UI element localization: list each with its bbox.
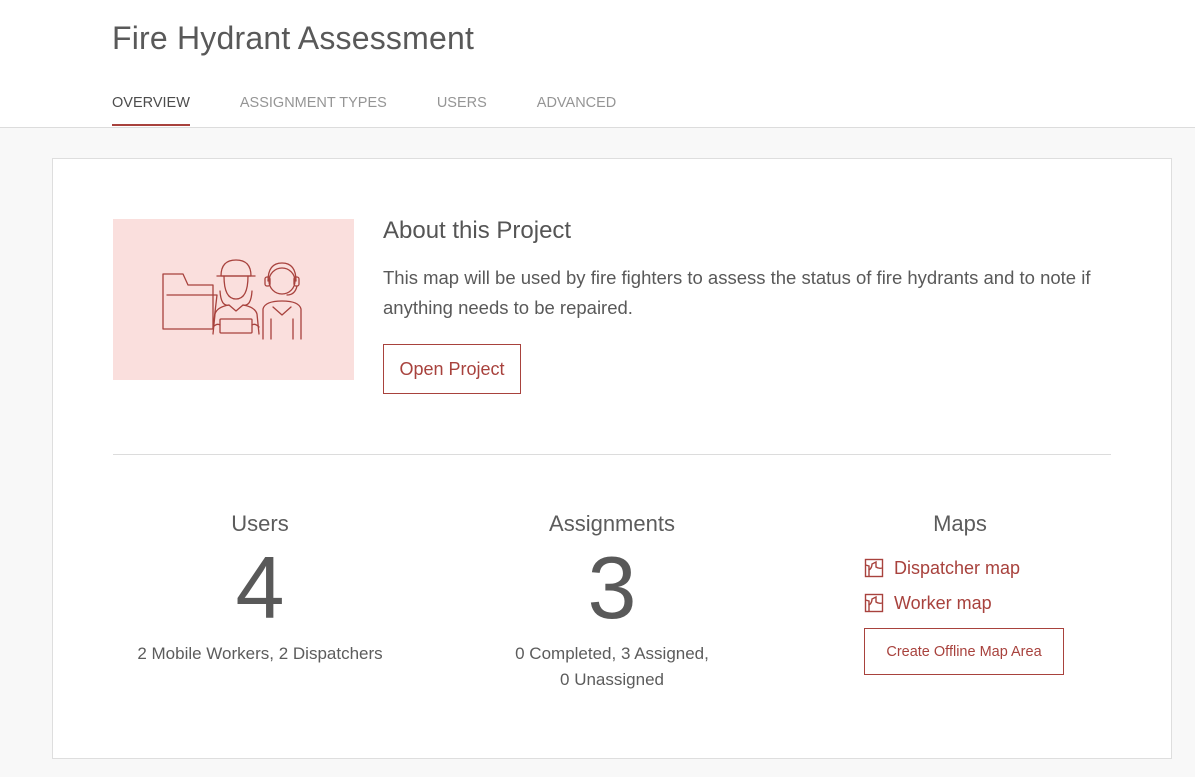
dispatcher-map-label: Dispatcher map bbox=[894, 557, 1021, 578]
tab-users[interactable]: USERS bbox=[437, 92, 487, 126]
about-description: This map will be used by fire fighters t… bbox=[383, 267, 1091, 318]
assignments-label: Assignments bbox=[549, 511, 675, 536]
about-title: About this Project bbox=[383, 217, 572, 244]
worker-map-label: Worker map bbox=[894, 592, 992, 613]
create-offline-map-area-button[interactable]: Create Offline Map Area bbox=[864, 628, 1064, 675]
assignments-count: 3 bbox=[587, 538, 637, 637]
assignments-detail-line1: 0 Completed, 3 Assigned, bbox=[515, 644, 709, 663]
assignments-stat: Assignments 3 0 Completed, 3 Assigned, 0… bbox=[462, 511, 762, 693]
users-label: Users bbox=[231, 511, 289, 536]
dispatcher-map-link[interactable]: Dispatcher map bbox=[864, 556, 1020, 580]
map-icon bbox=[864, 558, 884, 578]
users-stat: Users 4 2 Mobile Workers, 2 Dispatchers bbox=[110, 511, 410, 667]
project-illustration bbox=[113, 219, 354, 380]
tab-advanced[interactable]: ADVANCED bbox=[537, 92, 617, 126]
assignments-detail: 0 Completed, 3 Assigned, 0 Unassigned bbox=[462, 641, 762, 693]
open-project-button[interactable]: Open Project bbox=[383, 344, 521, 394]
users-detail: 2 Mobile Workers, 2 Dispatchers bbox=[137, 644, 383, 663]
worker-map-link[interactable]: Worker map bbox=[864, 591, 992, 615]
section-divider bbox=[113, 454, 1111, 455]
folder-workers-illustration-icon bbox=[162, 259, 302, 340]
page-title: Fire Hydrant Assessment bbox=[112, 20, 475, 56]
app-header: Fire Hydrant Assessment OVERVIEW ASSIGNM… bbox=[0, 0, 1195, 128]
map-icon bbox=[864, 593, 884, 613]
tab-assignment-types[interactable]: ASSIGNMENT TYPES bbox=[240, 92, 387, 126]
maps-section: Maps Dispatcher map Worker map Create Of… bbox=[813, 511, 1113, 675]
assignments-detail-line2: 0 Unassigned bbox=[560, 670, 664, 689]
tab-bar: OVERVIEW ASSIGNMENT TYPES USERS ADVANCED bbox=[112, 92, 666, 128]
overview-card: About this Project This map will be used… bbox=[52, 158, 1172, 759]
users-count: 4 bbox=[235, 538, 285, 637]
tab-overview[interactable]: OVERVIEW bbox=[112, 92, 190, 126]
maps-label: Maps bbox=[933, 511, 987, 536]
